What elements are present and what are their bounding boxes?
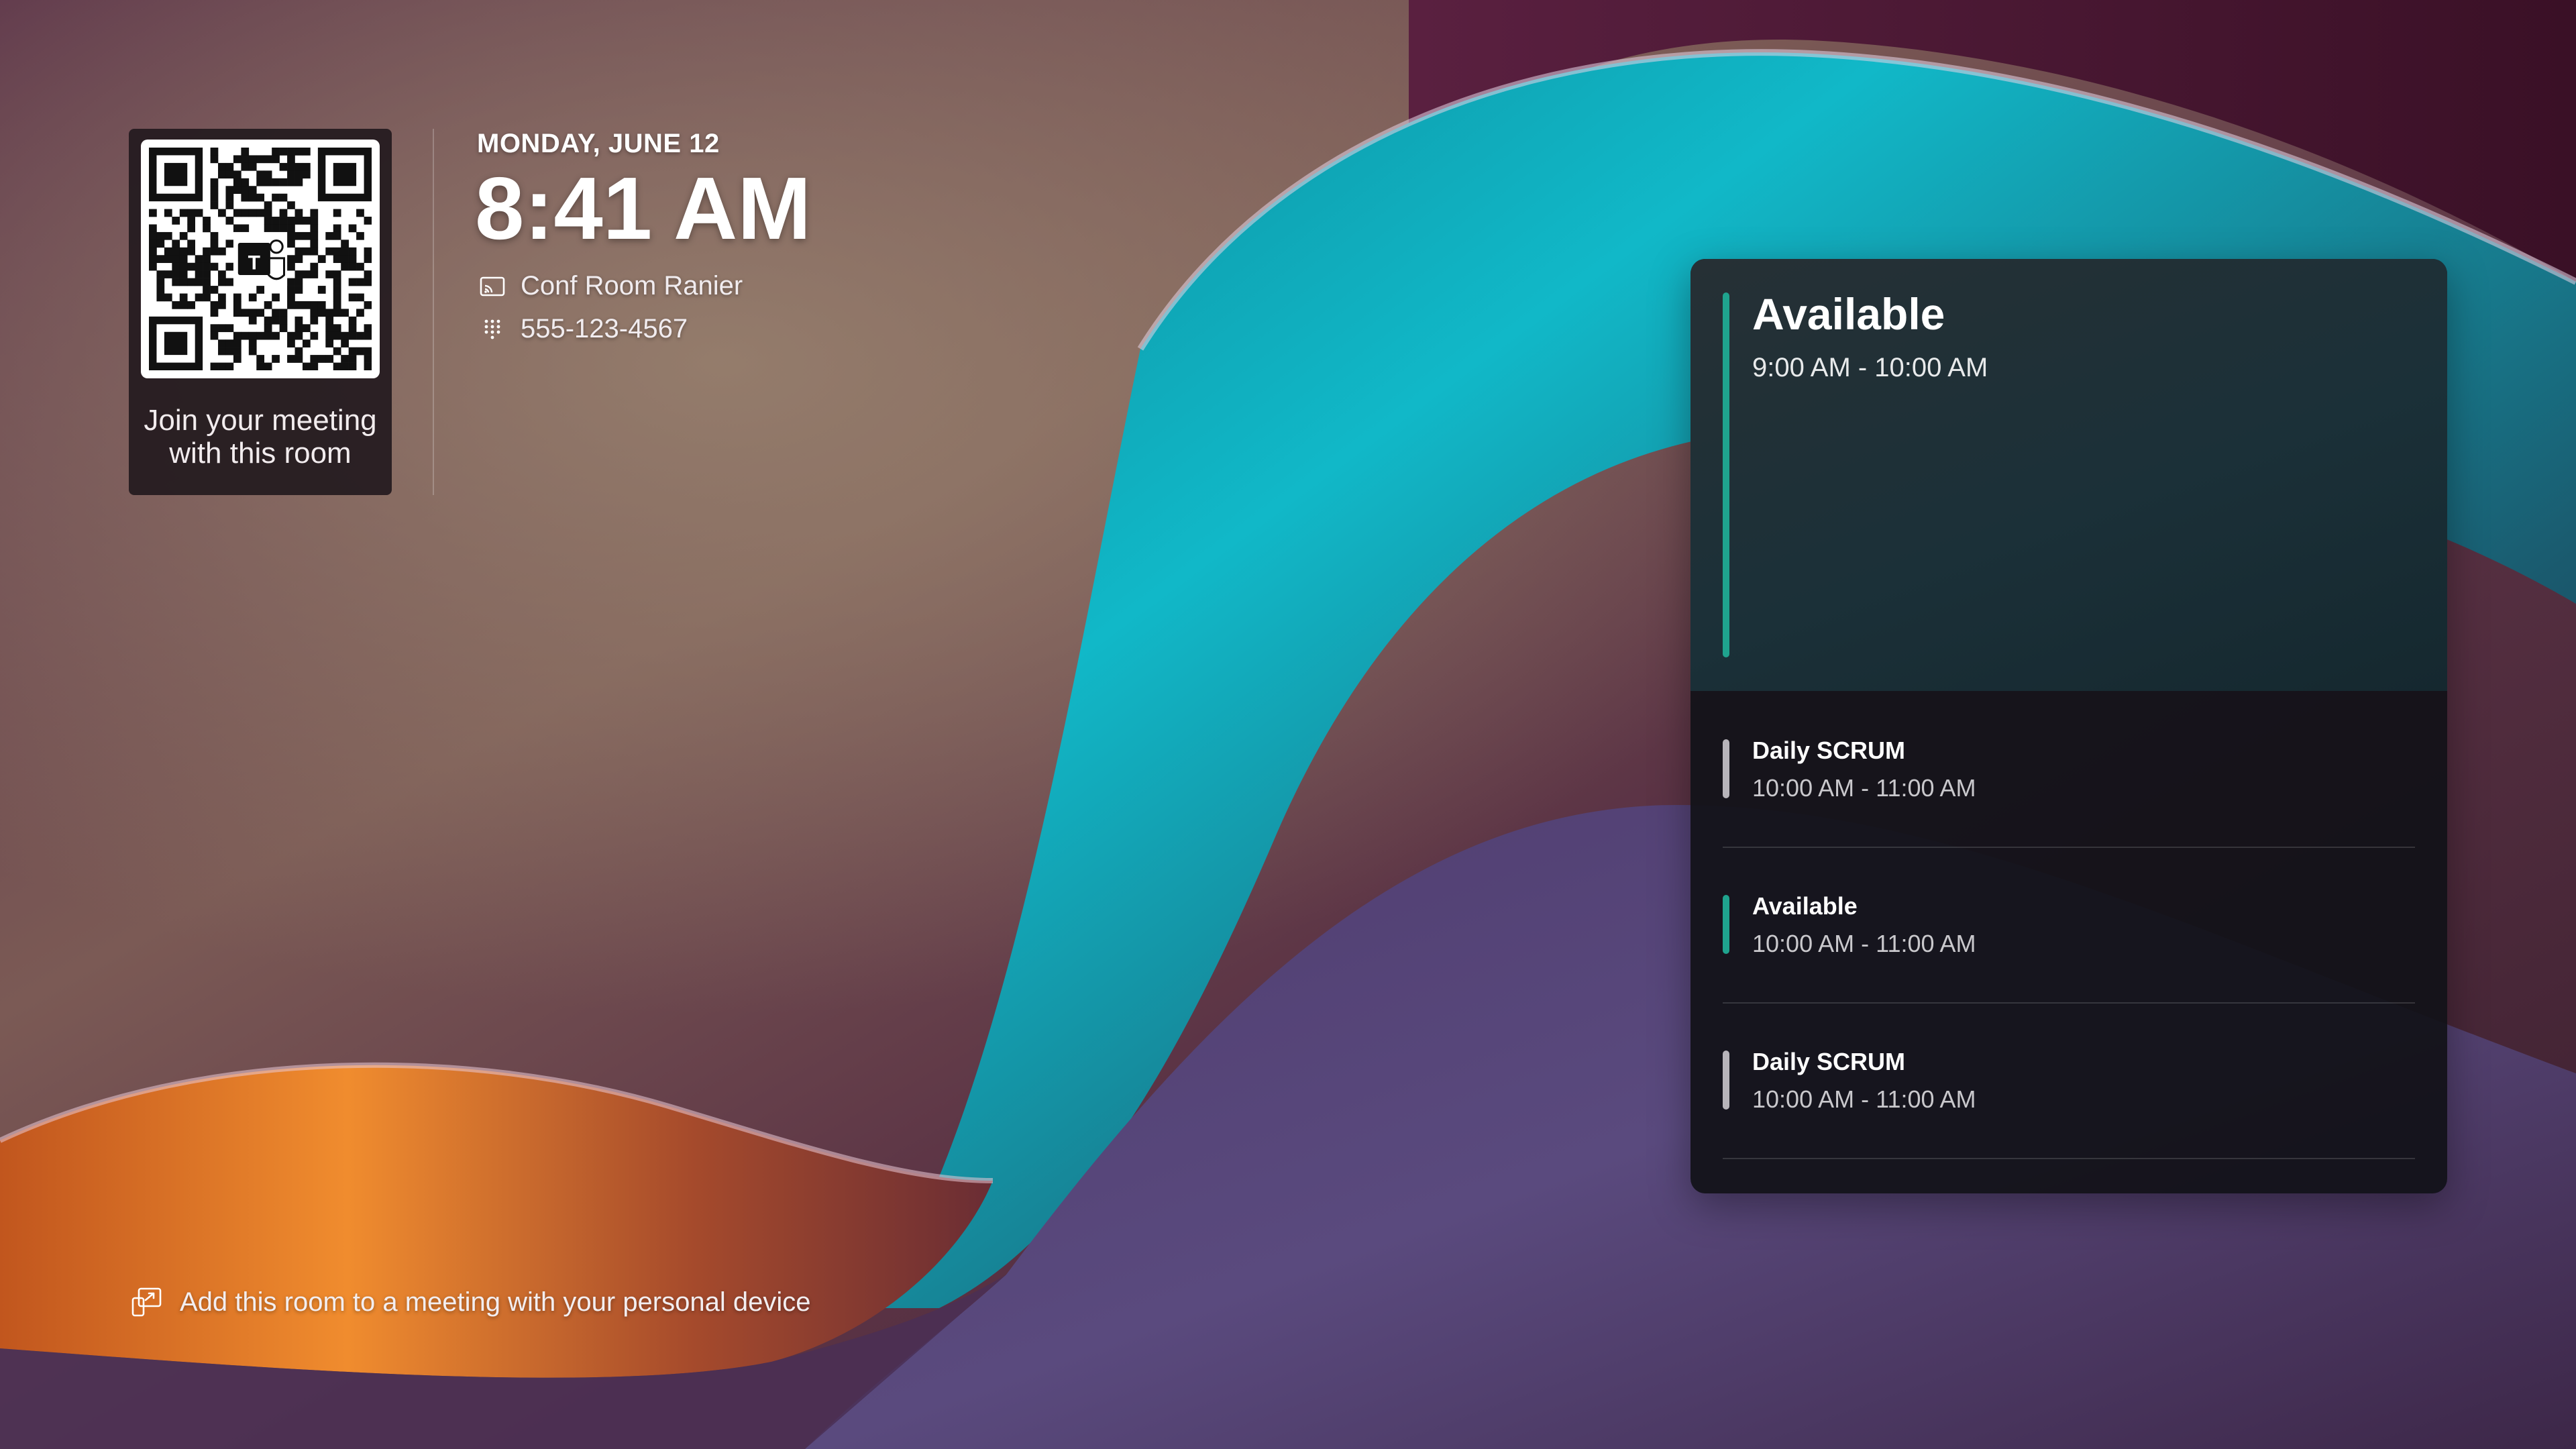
event-time: 10:00 AM - 11:00 AM — [1752, 930, 1976, 957]
schedule-panel: Available 9:00 AM - 10:00 AM Daily SCRUM… — [1690, 259, 2447, 1193]
qr-finder-pattern — [317, 148, 372, 202]
current-status-title: Available — [1752, 289, 1945, 339]
current-status-card[interactable]: Available 9:00 AM - 10:00 AM — [1690, 259, 2447, 691]
room-name-row: Conf Room Ranier — [479, 271, 743, 301]
personal-device-label: Add this room to a meeting with your per… — [180, 1287, 811, 1317]
event-title: Daily SCRUM — [1752, 1048, 1906, 1075]
header-divider — [433, 129, 434, 495]
schedule-item[interactable]: Daily SCRUM 10:00 AM - 11:00 AM — [1723, 1002, 2415, 1159]
event-status-indicator — [1723, 895, 1729, 954]
cast-icon — [479, 273, 506, 300]
room-name: Conf Room Ranier — [521, 271, 743, 301]
room-phone-row: 555-123-4567 — [479, 314, 688, 344]
qr-finder-pattern — [149, 148, 203, 202]
event-title: Available — [1752, 892, 1858, 920]
schedule-item[interactable]: Available 10:00 AM - 11:00 AM — [1723, 847, 2415, 1004]
qr-caption-line1: Join your meeting — [144, 404, 377, 437]
event-time: 10:00 AM - 11:00 AM — [1752, 1085, 1976, 1113]
event-status-indicator — [1723, 1051, 1729, 1110]
event-status-indicator — [1723, 739, 1729, 798]
schedule-item[interactable]: Daily SCRUM 10:00 AM - 11:00 AM — [1723, 691, 2415, 848]
teams-logo-letter: T — [248, 252, 260, 274]
current-time: 8:41 AM — [475, 159, 812, 258]
qr-finder-pattern — [149, 316, 203, 370]
qr-join-card: T Join your meeting with this room — [129, 129, 392, 495]
current-status-indicator — [1723, 292, 1729, 657]
qr-caption: Join your meeting with this room — [129, 404, 392, 470]
event-title: Daily SCRUM — [1752, 737, 1906, 764]
teams-logo-icon: T — [233, 231, 288, 286]
qr-caption-line2: with this room — [169, 437, 352, 470]
event-time: 10:00 AM - 11:00 AM — [1752, 774, 1976, 802]
dialpad-icon — [479, 316, 506, 343]
personal-device-prompt[interactable]: Add this room to a meeting with your per… — [130, 1285, 811, 1319]
current-date: MONDAY, JUNE 12 — [477, 129, 720, 158]
share-screen-icon — [130, 1285, 164, 1319]
room-phone: 555-123-4567 — [521, 314, 688, 343]
current-status-time: 9:00 AM - 10:00 AM — [1752, 353, 1988, 382]
qr-code: T — [141, 140, 380, 378]
